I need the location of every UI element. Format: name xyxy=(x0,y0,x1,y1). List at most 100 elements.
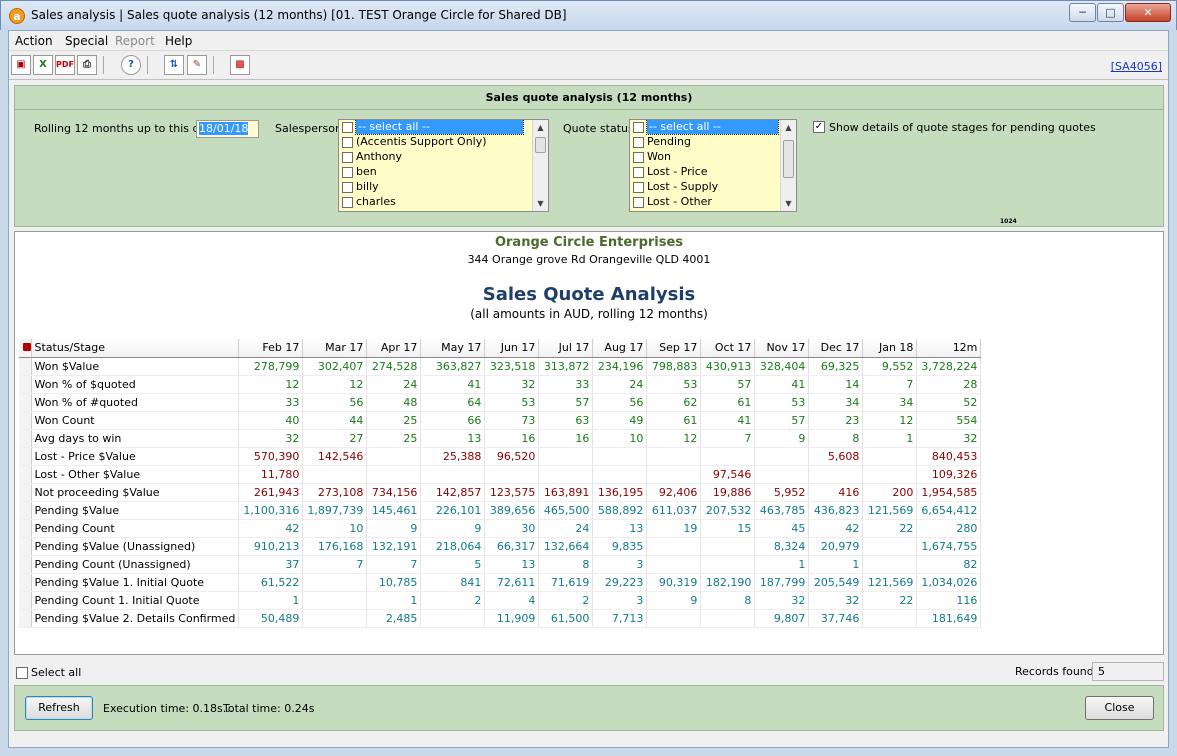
menu-help[interactable]: Help xyxy=(165,34,192,48)
table-row[interactable]: Won $Value 278,799 302,407 274,528 363,827 32… xyxy=(19,357,982,376)
table-row[interactable]: Pending $Value (Unassigned) 910,213 176,16… xyxy=(19,537,982,556)
table-row[interactable]: Pending Count 1. Initial Quote 1 1 2 4 2 3 9 8 32… xyxy=(19,591,982,610)
row-selector[interactable] xyxy=(19,573,32,592)
table-row[interactable]: Pending $Value 1. Initial Quote 61,522 10,… xyxy=(19,573,982,592)
quote-status-option[interactable]: Lost - Price xyxy=(630,165,796,180)
quote-status-option[interactable]: Pending xyxy=(630,135,796,150)
close-button[interactable]: Close xyxy=(1085,696,1154,720)
table-cell: 73 xyxy=(484,411,540,430)
excel-icon[interactable]: X xyxy=(33,55,53,75)
table-cell: 56 xyxy=(302,393,368,412)
salesperson-option[interactable]: billy xyxy=(339,180,548,195)
menu-action[interactable]: Action xyxy=(15,34,53,48)
salesperson-option[interactable]: (Accentis Support Only) xyxy=(339,135,548,150)
salesperson-option[interactable]: Anthony xyxy=(339,150,548,165)
minimize-icon[interactable]: ─ xyxy=(1069,3,1096,22)
row-selector[interactable] xyxy=(19,483,32,502)
table-cell: 280 xyxy=(916,519,982,538)
print-icon[interactable]: ⎙ xyxy=(77,55,97,75)
company-name: Orange Circle Enterprises xyxy=(494,235,684,250)
table-row[interactable]: Avg days to win 32 27 25 13 16 16 10 12 7 9 8 1 32 xyxy=(19,429,982,448)
quote-status-option[interactable]: Lost - Other xyxy=(630,195,796,210)
row-selector[interactable] xyxy=(19,393,32,412)
menu-special[interactable]: Special xyxy=(65,34,108,48)
table-cell: 66,317 xyxy=(484,537,540,556)
table-cell: 8 xyxy=(538,555,594,574)
column-header[interactable]: Sep 17 xyxy=(646,339,702,358)
row-selector[interactable] xyxy=(19,501,32,520)
rolling-date-input[interactable]: 18/01/18 xyxy=(196,120,259,138)
salesperson-option[interactable]: ben xyxy=(339,165,548,180)
table-row[interactable]: Won % of #quoted 33 56 48 64 53 57 56 62 61 53 34 34… xyxy=(19,393,982,412)
row-selector[interactable] xyxy=(19,591,32,610)
column-header[interactable]: Feb 17 xyxy=(238,339,304,358)
scroll-up-icon[interactable]: ▲ xyxy=(781,120,796,135)
maximize-icon[interactable]: □ xyxy=(1097,3,1124,22)
refresh-layout-icon[interactable]: ⇅ xyxy=(164,55,184,75)
salesperson-option[interactable]: -- select all -- xyxy=(339,120,548,135)
chart-icon[interactable]: ▩ xyxy=(230,55,250,75)
row-selector[interactable] xyxy=(19,429,32,448)
save-icon[interactable]: ▣ xyxy=(11,55,31,75)
salesperson-listbox[interactable]: -- select all -- (Accentis Support Only)… xyxy=(338,119,549,212)
menu-report[interactable]: Report xyxy=(115,34,155,48)
select-all-checkbox[interactable] xyxy=(16,667,28,679)
table-cell: 9 xyxy=(366,519,422,538)
help-icon[interactable]: ? xyxy=(121,55,141,75)
column-header[interactable]: May 17 xyxy=(420,339,486,358)
column-header[interactable]: Jul 17 xyxy=(538,339,594,358)
quote-status-option[interactable]: -- select all -- xyxy=(630,120,796,135)
scroll-thumb[interactable] xyxy=(783,140,794,178)
edit-icon[interactable]: ✎ xyxy=(187,55,207,75)
row-selector[interactable] xyxy=(19,411,32,430)
quote-status-option[interactable]: Lost - Supply xyxy=(630,180,796,195)
column-header[interactable]: Oct 17 xyxy=(700,339,756,358)
column-header[interactable]: Jun 17 xyxy=(484,339,540,358)
scroll-up-icon[interactable]: ▲ xyxy=(533,120,548,135)
row-selector[interactable] xyxy=(19,465,32,484)
screen-code-link[interactable]: [SA4056] xyxy=(1111,60,1162,73)
scroll-down-icon[interactable]: ▼ xyxy=(781,196,796,211)
table-row[interactable]: Lost - Other $Value 11,780 97,546 109,326 xyxy=(19,465,982,484)
row-selector[interactable] xyxy=(19,375,32,394)
table-row[interactable]: Pending Count (Unassigned) 37 7 7 5 13 8 3 1 1 82 xyxy=(19,555,982,574)
table-row[interactable]: Pending Count 42 10 9 9 30 24 13 19 15 45 42 22 280 xyxy=(19,519,982,538)
table-row[interactable]: Won % of $quoted 12 12 24 41 32 33 24 53 57 41 14 7 2… xyxy=(19,375,982,394)
column-header-status[interactable]: Status/Stage xyxy=(31,339,240,358)
quote-status-scrollbar[interactable]: ▲ ▼ xyxy=(780,120,796,211)
column-header[interactable]: Aug 17 xyxy=(592,339,648,358)
toolbar-separator xyxy=(147,56,148,74)
refresh-button[interactable]: Refresh xyxy=(25,696,93,720)
column-header[interactable]: Dec 17 xyxy=(808,339,864,358)
row-selector[interactable] xyxy=(19,537,32,556)
quote-status-listbox[interactable]: -- select all -- Pending Won Lost - Pric… xyxy=(629,119,797,212)
table-cell: 218,064 xyxy=(420,537,486,556)
row-selector[interactable] xyxy=(19,555,32,574)
row-selector[interactable] xyxy=(19,447,32,466)
quote-status-option[interactable]: Won xyxy=(630,150,796,165)
table-cell: 323,518 xyxy=(484,357,540,376)
row-selector[interactable] xyxy=(19,519,32,538)
pdf-icon[interactable]: PDF xyxy=(55,55,75,75)
table-cell: 313,872 xyxy=(538,357,594,376)
salesperson-option[interactable]: charles xyxy=(339,195,548,210)
row-selector[interactable] xyxy=(19,357,32,376)
row-selector[interactable] xyxy=(19,609,32,628)
close-icon[interactable]: ✕ xyxy=(1125,3,1171,22)
table-row[interactable]: Not proceeding $Value 261,943 273,108 734,1… xyxy=(19,483,982,502)
table-row[interactable]: Pending $Value 2. Details Confirmed 50,48… xyxy=(19,609,982,628)
table-row[interactable]: Pending $Value 1,100,316 1,897,739 145,461 2… xyxy=(19,501,982,520)
column-header[interactable]: Mar 17 xyxy=(302,339,368,358)
scroll-thumb[interactable] xyxy=(535,137,546,153)
column-header[interactable]: Nov 17 xyxy=(754,339,810,358)
column-header[interactable]: Apr 17 xyxy=(366,339,422,358)
table-cell: 37,746 xyxy=(808,609,864,628)
row-label: Avg days to win xyxy=(31,429,240,448)
table-row[interactable]: Won Count 40 44 25 66 73 63 49 61 41 57 23 12 554 xyxy=(19,411,982,430)
show-details-checkbox[interactable]: ✓ xyxy=(813,121,825,133)
salesperson-scrollbar[interactable]: ▲ ▼ xyxy=(532,120,548,211)
column-header[interactable]: 12m xyxy=(916,339,982,358)
table-row[interactable]: Lost - Price $Value 570,390 142,546 25,388 9… xyxy=(19,447,982,466)
scroll-down-icon[interactable]: ▼ xyxy=(533,196,548,211)
column-header[interactable]: Jan 18 xyxy=(862,339,918,358)
